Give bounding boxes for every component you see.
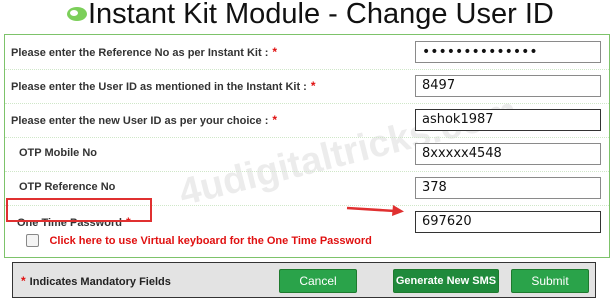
reference-label: Please enter the Reference No as per Ins… bbox=[11, 45, 278, 59]
required-mark: * bbox=[21, 274, 26, 288]
change-user-id-form: 4udigitaltricks.com Please enter the Ref… bbox=[4, 34, 610, 258]
page-title: Instant Kit Module - Change User ID bbox=[88, 0, 554, 30]
otp-mobile-input[interactable]: 8xxxxx4548 bbox=[415, 143, 601, 165]
otp-mobile-row: OTP Mobile No 8xxxxx4548 bbox=[5, 137, 609, 172]
chat-bubble-icon bbox=[67, 7, 87, 21]
new-userid-row: Please enter the new User ID as per your… bbox=[5, 103, 609, 138]
cancel-button[interactable]: Cancel bbox=[279, 269, 357, 293]
arrow-right-icon bbox=[346, 205, 404, 216]
reference-no-input[interactable]: •••••••••••••• bbox=[415, 41, 601, 63]
user-id-input[interactable]: 8497 bbox=[415, 75, 601, 97]
otp-reference-input[interactable]: 378 bbox=[415, 177, 601, 199]
generate-new-sms-button[interactable]: Generate New SMS bbox=[393, 269, 499, 293]
virtual-keyboard-link[interactable]: Click here to use Virtual keyboard for t… bbox=[49, 235, 371, 247]
otp-ref-label: OTP Reference No bbox=[19, 181, 116, 193]
virtual-keyboard-option[interactable]: Click here to use Virtual keyboard for t… bbox=[26, 232, 372, 250]
one-time-password-input[interactable]: 697620 bbox=[415, 211, 601, 233]
required-mark: * bbox=[310, 79, 316, 93]
userid-row: Please enter the User ID as mentioned in… bbox=[5, 69, 609, 104]
required-mark: * bbox=[272, 45, 278, 59]
otp-highlight-box bbox=[6, 198, 152, 222]
new-userid-label: Please enter the new User ID as per your… bbox=[11, 113, 278, 127]
mandatory-note: * Indicates Mandatory Fields bbox=[21, 274, 171, 288]
submit-button[interactable]: Submit bbox=[511, 269, 589, 293]
form-footer: * Indicates Mandatory Fields Cancel Gener… bbox=[12, 262, 596, 298]
new-user-id-input[interactable]: ashok1987 bbox=[415, 109, 601, 131]
otp-mobile-label: OTP Mobile No bbox=[19, 147, 98, 159]
reference-row: Please enter the Reference No as per Ins… bbox=[5, 35, 609, 70]
required-mark: * bbox=[272, 113, 278, 127]
virtual-keyboard-checkbox[interactable] bbox=[26, 234, 39, 248]
title-bar: Instant Kit Module - Change User ID bbox=[0, 0, 612, 34]
userid-label: Please enter the User ID as mentioned in… bbox=[11, 79, 316, 93]
